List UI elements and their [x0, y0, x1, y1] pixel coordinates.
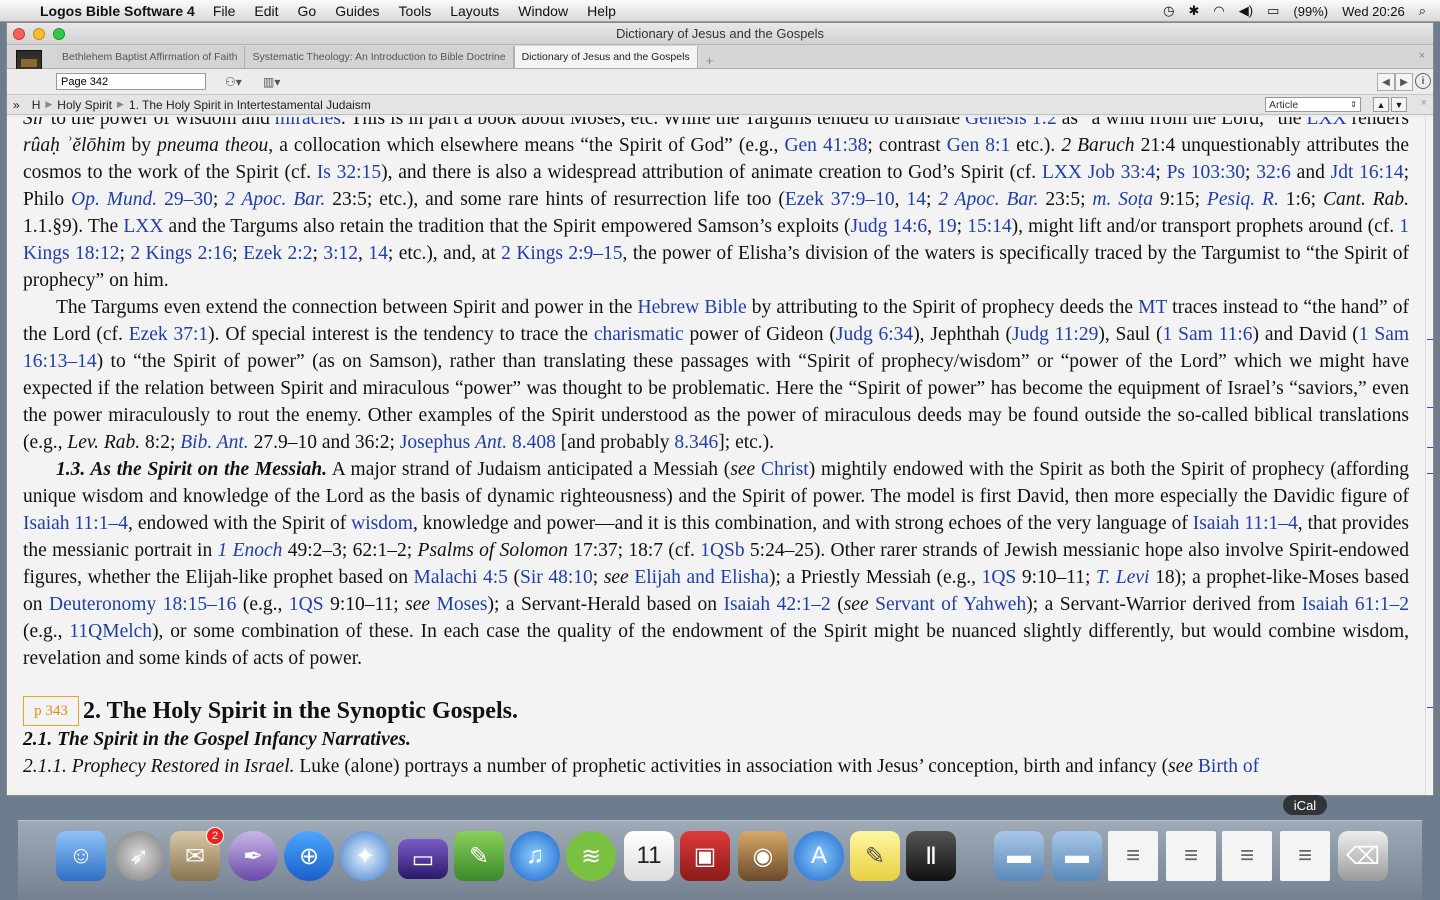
dock-tooltip: iCal [1283, 795, 1327, 815]
minimize-window-button[interactable] [33, 28, 45, 40]
battery-percent: (99%) [1293, 3, 1329, 19]
page-reference-input[interactable] [56, 73, 206, 90]
breadcrumb-item-section[interactable]: 1. The Holy Spirit in Intertestamental J… [129, 98, 371, 112]
subsubheading-label: 2.1.1. Prophecy Restored in Israel. [23, 756, 295, 777]
title-bar[interactable]: Dictionary of Jesus and the Gospels [7, 23, 1433, 45]
trash-icon[interactable]: ⌫ [1338, 831, 1388, 881]
previous-heading-arrow-icon[interactable]: ▲ [1373, 97, 1389, 112]
section-heading: p 343 2. The Holy Spirit in the Synoptic… [23, 696, 1409, 726]
zoom-window-button[interactable] [53, 28, 65, 40]
menu-help[interactable]: Help [587, 3, 616, 19]
tab-dictionary-jesus-gospels[interactable]: Dictionary of Jesus and the Gospels [513, 46, 698, 68]
menu-layouts[interactable]: Layouts [450, 3, 499, 19]
mail-icon[interactable]: ✉ 2 [170, 827, 224, 881]
page-marker[interactable]: p 343 [23, 696, 79, 726]
next-heading-arrow-icon[interactable]: ▼ [1391, 97, 1407, 112]
window-thumb-4[interactable]: ≡ [1280, 831, 1330, 881]
tab-bethlehem-baptist[interactable]: Bethlehem Baptist Affirmation of Faith [55, 46, 246, 68]
close-window-button[interactable] [13, 28, 25, 40]
panel-layout-icon[interactable]: ▥▾ [263, 73, 280, 91]
tab-strip: Bethlehem Baptist Affirmation of Faith S… [7, 45, 1433, 69]
parallel-resources-icon[interactable]: ⚇▾ [225, 73, 242, 91]
forward-arrow-icon[interactable]: ▶ [1395, 73, 1413, 91]
wifi-icon[interactable]: ◠ [1213, 3, 1224, 19]
section-title: 2. The Holy Spirit in the Synoptic Gospe… [83, 697, 518, 724]
folder-icon-2[interactable]: ▬ [1052, 831, 1102, 881]
finder-icon[interactable]: ☺ [56, 831, 106, 881]
appstore-icon[interactable]: A [794, 831, 844, 881]
gutter-marker [1427, 447, 1433, 448]
menu-window[interactable]: Window [518, 3, 568, 19]
see-label: see [1168, 756, 1194, 777]
app-window: Dictionary of Jesus and the Gospels Beth… [6, 22, 1434, 796]
close-tab-icon[interactable]: × [1419, 50, 1425, 62]
logos-search-icon[interactable]: ⊕ [284, 831, 334, 881]
article-content[interactable]: Sir to the power of wisdom and miracles.… [7, 117, 1427, 795]
view-type-value: Article [1269, 98, 1299, 111]
window-title: Dictionary of Jesus and the Gospels [615, 26, 825, 41]
folder-icon[interactable]: ▬ [994, 831, 1044, 881]
window-thumb-3[interactable]: ≡ [1222, 831, 1272, 881]
add-tab-button[interactable]: + [698, 53, 722, 68]
gutter-marker [1427, 473, 1433, 474]
stickies-icon[interactable]: ✎ [850, 831, 900, 881]
launchpad-icon[interactable]: ➶ [114, 831, 164, 881]
breadcrumb-chevron-icon: ▶ [45, 99, 53, 109]
breadcrumb: » H ▶ Holy Spirit ▶ 1. The Holy Spirit i… [7, 95, 1433, 115]
spotify-icon[interactable]: ≋ [566, 831, 616, 881]
volume-icon[interactable]: ◀) [1239, 3, 1253, 19]
article-paragraph: Sir to the power of wisdom and miracles.… [23, 117, 1410, 291]
breadcrumb-item-holy-spirit[interactable]: Holy Spirit [57, 98, 112, 112]
clock[interactable]: Wed 20:26 [1342, 4, 1405, 19]
photo-booth-icon[interactable]: ▣ [680, 831, 730, 881]
close-breadcrumb-icon[interactable]: × [1421, 97, 1427, 109]
battery-icon[interactable]: ▭ [1267, 3, 1279, 19]
article-paragraph: The Targums even extend the connection b… [23, 297, 1410, 453]
gutter-marker [1427, 707, 1433, 708]
info-icon[interactable]: i [1415, 73, 1431, 89]
window-controls [13, 28, 73, 40]
view-type-select[interactable]: Article ⇕ [1265, 97, 1361, 112]
quill-icon[interactable]: ✒ [228, 831, 278, 881]
resource-toolbar: ⚇▾ ▥▾ ◀ ▶ i [7, 69, 1433, 95]
subsubheading-text: Luke (alone) portrays a number of prophe… [294, 756, 1169, 777]
tab-systematic-theology[interactable]: Systematic Theology: An Introduction to … [245, 46, 514, 68]
menu-go[interactable]: Go [298, 3, 317, 19]
breadcrumb-toggle[interactable]: » [13, 98, 20, 112]
menu-guides[interactable]: Guides [335, 3, 379, 19]
dock: ☺ ➶ ✉ 2 ✒ ⊕ ✦ ▭ ✎ ♫ ≋ 11 ▣ ◉ A ✎ Ⅱ ▬ ▬ ≡ … [18, 820, 1422, 900]
window-thumb-1[interactable]: ≡ [1108, 831, 1158, 881]
screen-icon[interactable]: ▭ [398, 839, 448, 879]
menu-bar: Logos Bible Software 4 File Edit Go Guid… [0, 0, 1440, 22]
evernote-icon[interactable]: ✎ [454, 831, 504, 881]
birth-of-link[interactable]: Birth of [1198, 756, 1259, 777]
article-paragraph: 1.3. As the Spirit on the Messiah. A maj… [23, 459, 1410, 669]
menu-edit[interactable]: Edit [254, 3, 278, 19]
time-machine-icon[interactable]: ◷ [1163, 3, 1174, 19]
menu-file[interactable]: File [213, 3, 236, 19]
bluetooth-icon[interactable]: ✱ [1189, 3, 1200, 19]
final-cut-icon[interactable]: Ⅱ [906, 831, 956, 881]
preview-icon[interactable]: ◉ [738, 831, 788, 881]
breadcrumb-root[interactable]: H [32, 98, 41, 112]
ical-icon[interactable]: 11 [624, 831, 674, 881]
app-name-menu[interactable]: Logos Bible Software 4 [40, 3, 195, 19]
subsubheading: 2.1.1. Prophecy Restored in Israel. Luke… [23, 753, 1409, 780]
subheading: 2.1. The Spirit in the Gospel Infancy Na… [23, 729, 411, 750]
menu-tools[interactable]: Tools [399, 3, 432, 19]
safari-icon[interactable]: ✦ [340, 831, 390, 881]
gutter-marker [1427, 407, 1433, 408]
spotlight-icon[interactable]: ⌕ [1419, 3, 1426, 19]
back-arrow-icon[interactable]: ◀ [1377, 73, 1395, 91]
breadcrumb-chevron-icon: ▶ [116, 99, 124, 109]
mail-badge: 2 [206, 827, 224, 845]
itunes-icon[interactable]: ♫ [510, 831, 560, 881]
gutter-marker [1427, 339, 1433, 340]
scroll-gutter[interactable] [1425, 117, 1433, 795]
window-thumb-2[interactable]: ≡ [1166, 831, 1216, 881]
article-text: Sir to the power of wisdom and miracles.… [23, 117, 1409, 780]
select-arrows-icon: ⇕ [1350, 100, 1357, 109]
